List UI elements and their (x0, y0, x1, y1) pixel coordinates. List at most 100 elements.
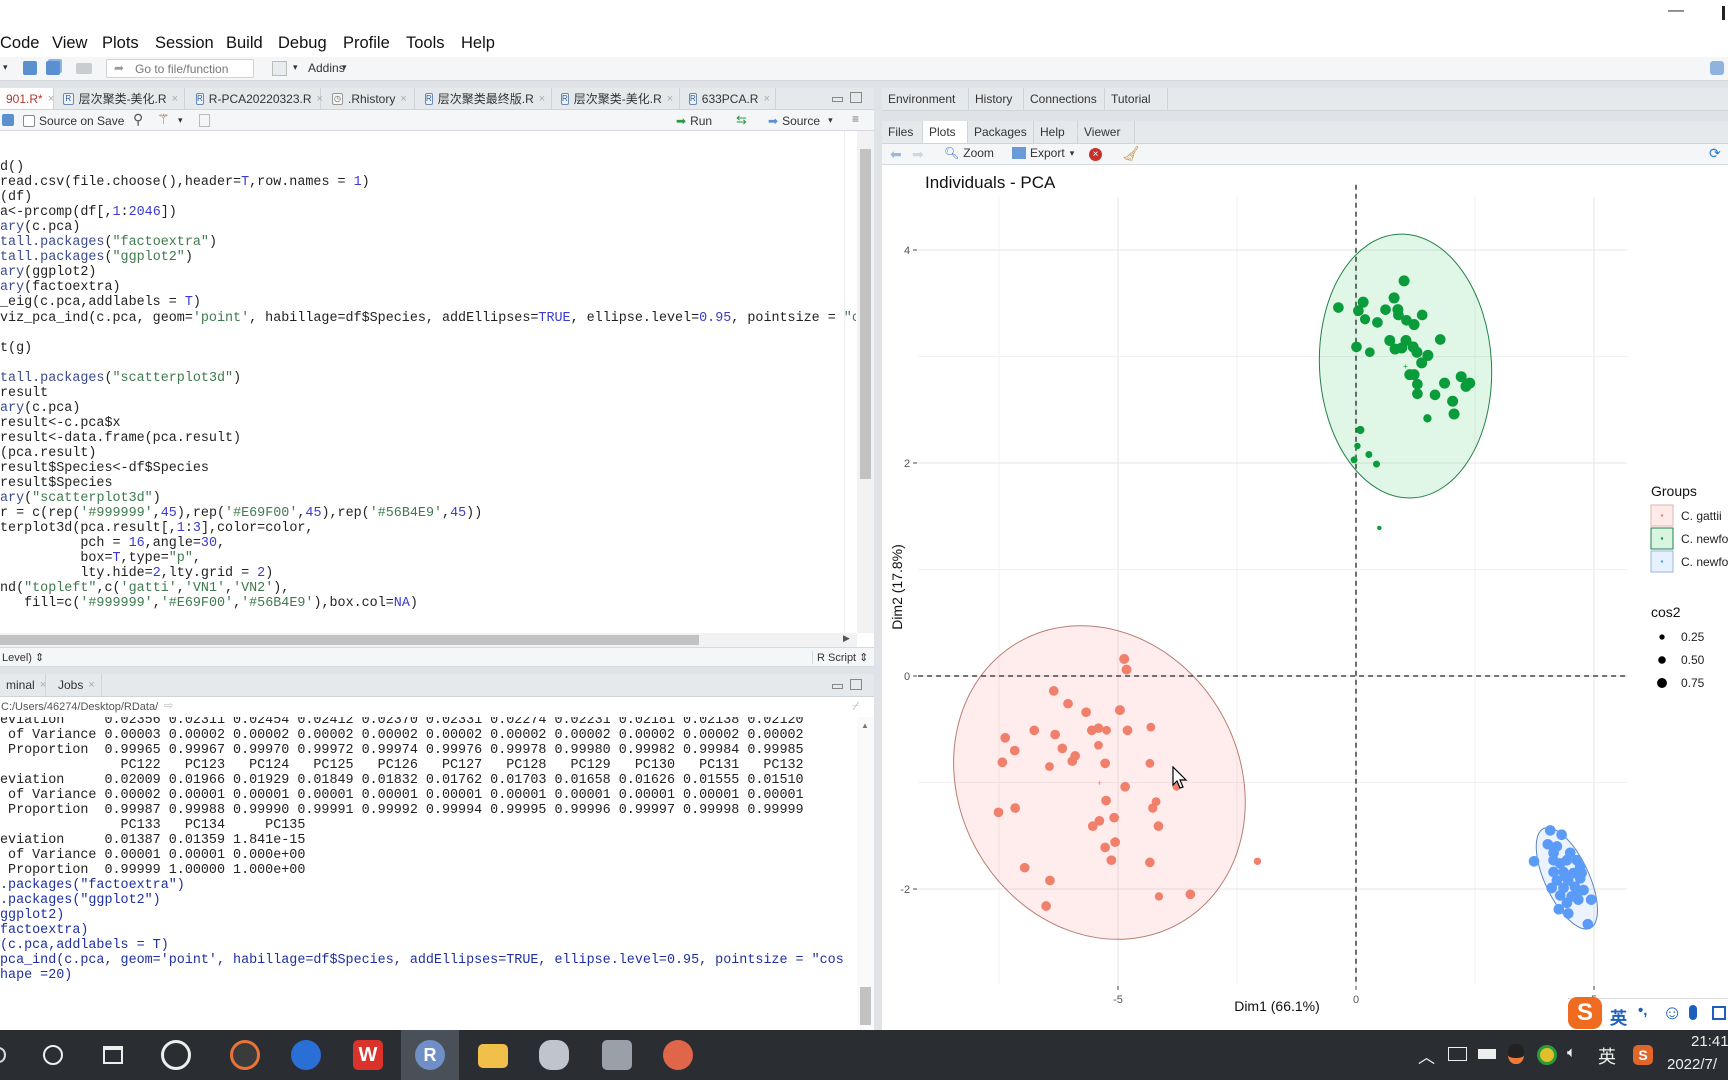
battery-icon[interactable] (1478, 1049, 1496, 1059)
scope-selector[interactable]: Level) ⇕ (2, 651, 44, 664)
qq-icon[interactable] (1508, 1044, 1524, 1064)
project-icon[interactable] (1710, 61, 1724, 75)
tab-editor-3[interactable]: R R-PCA20220323.R × (190, 88, 323, 109)
source-on-save-checkbox[interactable] (23, 115, 35, 127)
app-paint-icon[interactable] (663, 1040, 693, 1070)
print-icon[interactable] (76, 63, 92, 74)
tab-editor-7[interactable]: R 633PCA.R × (683, 88, 776, 109)
volume-icon[interactable]: 🔈︎ (1567, 1044, 1576, 1061)
run-button[interactable]: ➡ Run (676, 112, 712, 129)
save-icon[interactable] (23, 61, 37, 75)
tab-environment[interactable]: Environment (882, 88, 969, 110)
scroll-up-icon[interactable]: ▲ (861, 721, 869, 730)
start-edge-icon[interactable] (0, 1047, 6, 1063)
export-button[interactable]: Export ▾ (1012, 146, 1074, 160)
keyboard-icon[interactable] (1712, 1006, 1726, 1020)
refresh-plot-icon[interactable]: ⟳ (1709, 145, 1721, 162)
task-view-icon[interactable] (103, 1046, 123, 1064)
minimize-button[interactable]: — (1668, 2, 1684, 20)
tab-editor-5[interactable]: R 层次聚类最终版.R × (419, 88, 552, 109)
app-music-icon[interactable] (230, 1040, 260, 1070)
menu-plots[interactable]: Plots (102, 34, 139, 53)
minimize-pane-icon[interactable] (832, 684, 843, 689)
close-tab-icon[interactable]: × (400, 93, 406, 105)
close-tab-icon[interactable]: × (317, 93, 323, 105)
pane-splitter-horizontal[interactable] (0, 667, 874, 674)
rstudio-icon[interactable]: R (415, 1040, 445, 1070)
tab-plots[interactable]: Plots (923, 121, 968, 143)
menu-session[interactable]: Session (155, 34, 214, 53)
next-plot-icon[interactable]: ➡ (912, 146, 924, 163)
menu-build[interactable]: Build (226, 34, 263, 53)
scrollbar-thumb[interactable] (860, 987, 871, 1025)
pane-splitter-vertical[interactable] (874, 88, 882, 1030)
tab-packages[interactable]: Packages (968, 121, 1034, 143)
tab-tutorial[interactable]: Tutorial (1105, 88, 1168, 110)
source-dropdown-icon[interactable]: ▾ (828, 115, 833, 126)
app-browser-icon[interactable] (291, 1040, 321, 1070)
tray-overflow-icon[interactable]: ︿ (1418, 1043, 1435, 1068)
tab-editor-2[interactable]: R 层次聚类-美化.R × (57, 88, 185, 109)
close-tab-icon[interactable]: × (48, 93, 54, 105)
sogou-logo-icon[interactable]: S (1568, 997, 1602, 1029)
save-file-icon[interactable] (2, 114, 14, 126)
save-all-icon[interactable] (46, 61, 60, 75)
editor-vertical-scrollbar[interactable] (857, 131, 874, 633)
tab-history[interactable]: History (969, 88, 1024, 110)
code-editor[interactable]: d() read.csv(file.choose(),header=T,row.n… (0, 131, 874, 633)
app-pinwheel-icon[interactable] (161, 1040, 191, 1070)
tab-editor-1[interactable]: 901.R* × (0, 88, 54, 109)
editor-horizontal-scrollbar[interactable]: ▶ (0, 633, 857, 647)
rerun-icon[interactable]: ⇆ (736, 112, 747, 128)
close-tab-icon[interactable]: × (667, 93, 673, 105)
close-button-edge[interactable] (1722, 6, 1725, 20)
minimize-pane-icon[interactable] (832, 97, 843, 102)
ime-punctuation-toggle[interactable]: •, (1638, 1002, 1647, 1019)
console-scrollbar[interactable]: ▲ (857, 717, 874, 1030)
tab-connections[interactable]: Connections (1024, 88, 1105, 110)
app-plus-tray-icon[interactable] (1537, 1045, 1557, 1065)
code-tools-dropdown-icon[interactable]: ▾ (178, 115, 183, 126)
go-to-directory-icon[interactable]: ⇨ (164, 699, 173, 712)
menu-help[interactable]: Help (461, 34, 495, 53)
remove-plot-icon[interactable]: × (1089, 148, 1102, 161)
scrollbar-thumb[interactable] (860, 149, 871, 479)
goto-file-input[interactable]: ➦ Go to file/function (106, 59, 254, 78)
microphone-icon[interactable] (1689, 1005, 1697, 1020)
new-file-dropdown-icon[interactable]: ▾ (3, 62, 8, 73)
scroll-right-icon[interactable]: ▶ (843, 633, 850, 644)
file-type-selector[interactable]: R Script ⇕ (812, 651, 868, 664)
previous-plot-icon[interactable]: ⬅ (890, 146, 902, 163)
console[interactable]: eviation 0.02356 0.02311 0.02454 0.02412… (0, 717, 874, 1030)
tab-jobs[interactable]: Jobs × (52, 674, 102, 696)
maximize-pane-icon[interactable] (850, 92, 862, 103)
close-tab-icon[interactable]: × (172, 93, 178, 105)
close-tab-icon[interactable]: × (88, 679, 94, 691)
menu-profile[interactable]: Profile (343, 34, 390, 53)
app-screenshot-icon[interactable] (602, 1040, 632, 1070)
outline-icon[interactable]: ≡ (852, 112, 859, 126)
clock-time[interactable]: 21:41 (1691, 1033, 1728, 1050)
tab-files[interactable]: Files (882, 121, 923, 143)
scrollbar-thumb[interactable] (0, 635, 699, 645)
source-button[interactable]: ➡ Source ▾ (768, 112, 833, 129)
maximize-pane-icon[interactable] (850, 679, 862, 690)
magic-wand-icon[interactable]: ⚚ (157, 111, 170, 128)
input-language-indicator[interactable]: 英 (1598, 1043, 1616, 1069)
close-tab-icon[interactable]: × (539, 93, 545, 105)
wps-office-icon[interactable]: W (353, 1040, 383, 1070)
tab-terminal[interactable]: minal × (0, 674, 46, 696)
close-tab-icon[interactable]: × (763, 93, 769, 105)
close-tab-icon[interactable]: × (40, 679, 46, 691)
menu-view[interactable]: View (52, 34, 87, 53)
addins-menu[interactable]: Addins (308, 61, 345, 75)
clock-date[interactable]: 2022/7/ (1667, 1056, 1717, 1073)
tab-editor-6[interactable]: R 层次聚类-美化.R × (555, 88, 680, 109)
app-penguin-icon[interactable] (539, 1040, 569, 1070)
menu-debug[interactable]: Debug (278, 34, 327, 53)
menu-tools[interactable]: Tools (406, 34, 445, 53)
ime-language-toggle[interactable]: 英 (1610, 1004, 1627, 1029)
tab-editor-4[interactable]: ◷ .Rhistory × (326, 88, 415, 109)
network-icon[interactable] (1448, 1047, 1467, 1061)
pane-layout-icon[interactable] (272, 61, 287, 76)
